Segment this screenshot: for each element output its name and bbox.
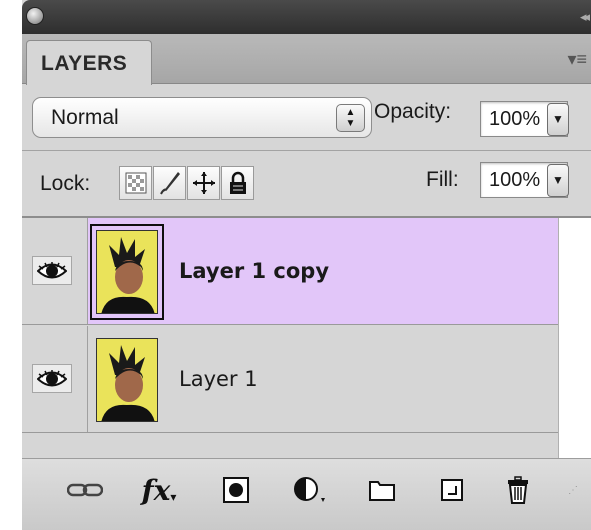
lock-transparent-pixels-icon[interactable] xyxy=(119,166,152,200)
fx-icon[interactable]: fx ▾ xyxy=(134,473,184,507)
layer-name[interactable]: Layer 1 copy xyxy=(179,259,329,283)
opacity-field[interactable]: 100% ▼ xyxy=(480,101,569,137)
layer-row[interactable]: Layer 1 xyxy=(22,326,558,433)
visibility-cell[interactable] xyxy=(22,218,88,324)
fill-field[interactable]: 100% ▼ xyxy=(480,162,569,198)
blend-mode-stepper-icon[interactable]: ▲ ▼ xyxy=(336,104,365,132)
trash-icon[interactable] xyxy=(498,473,538,507)
opacity-dropdown-icon[interactable]: ▼ xyxy=(547,103,569,136)
layer-name[interactable]: Layer 1 xyxy=(179,367,258,391)
close-icon[interactable] xyxy=(26,7,44,25)
folder-icon[interactable] xyxy=(362,473,402,507)
divider xyxy=(22,150,591,151)
layers-toolbar: fx ▾ ⋰ xyxy=(22,459,591,530)
scrollbar[interactable] xyxy=(558,218,591,458)
layer-thumbnail[interactable] xyxy=(96,338,158,422)
opacity-value: 100% xyxy=(489,108,541,130)
lock-position-icon[interactable] xyxy=(187,166,220,200)
eye-icon[interactable] xyxy=(32,256,72,285)
tab-layers-label: LAYERS xyxy=(41,52,128,75)
layer-row[interactable]: Layer 1 copy xyxy=(22,218,558,325)
fill-value: 100% xyxy=(489,169,541,191)
fill-dropdown-icon[interactable]: ▼ xyxy=(547,164,569,197)
new-layer-icon[interactable] xyxy=(432,473,472,507)
panel-menu-icon[interactable]: ▾≡ xyxy=(567,50,587,68)
link-layers-icon[interactable] xyxy=(64,473,106,507)
panel-tab-row: LAYERS ▾≡ xyxy=(22,34,591,85)
opacity-label: Opacity: xyxy=(374,100,452,123)
blend-mode-select[interactable]: Normal ▲ ▼ xyxy=(32,97,372,138)
resize-grip-icon[interactable]: ⋰ xyxy=(562,473,584,507)
tab-layers[interactable]: LAYERS xyxy=(26,40,152,85)
lock-all-icon[interactable] xyxy=(221,166,254,200)
panel-titlebar: ◂◂ xyxy=(22,0,591,34)
layer-thumbnail[interactable] xyxy=(90,224,164,320)
lock-label: Lock: xyxy=(40,172,91,195)
blend-mode-value: Normal xyxy=(51,106,119,129)
layers-panel: ◂◂ LAYERS ▾≡ Normal ▲ ▼ Opacity: 100% ▼ L… xyxy=(22,0,591,530)
fill-label: Fill: xyxy=(426,168,459,191)
layer-mask-icon[interactable] xyxy=(216,473,256,507)
eye-icon[interactable] xyxy=(32,364,72,393)
collapse-icon[interactable]: ◂◂ xyxy=(580,9,590,25)
adjustment-layer-icon[interactable] xyxy=(288,473,334,507)
visibility-cell[interactable] xyxy=(22,326,88,432)
lock-image-pixels-icon[interactable] xyxy=(153,166,186,200)
